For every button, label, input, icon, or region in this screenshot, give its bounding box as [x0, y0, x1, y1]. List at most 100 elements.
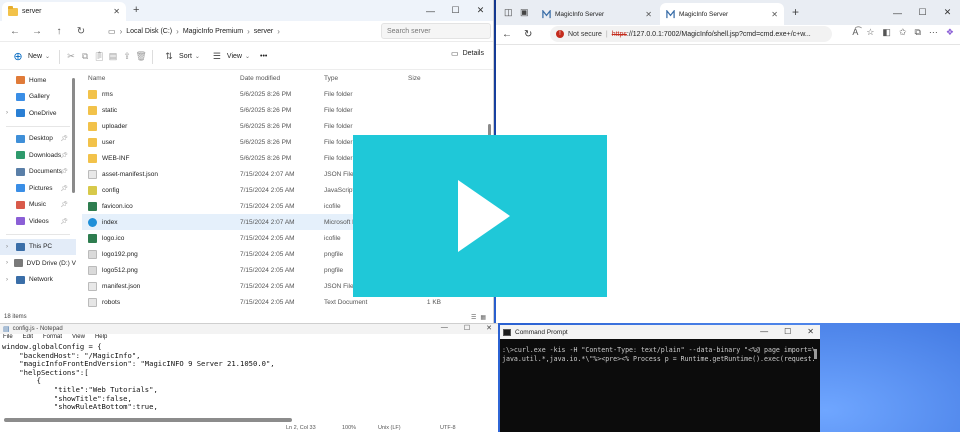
close-button[interactable]: ✕ [486, 324, 492, 332]
address-bar[interactable]: ! Not secure | https://127.0.0.1:7002/Ma… [550, 26, 832, 42]
sidebar-item-this-pc[interactable]: › This PC [0, 238, 76, 255]
search-input[interactable]: Search server [381, 23, 491, 39]
url-text: ://127.0.0.1:7002/MagicInfo/shell.jsp?cm… [626, 30, 811, 38]
chevron-right-icon[interactable]: › [6, 244, 12, 250]
delete-icon[interactable]: 🗑︎ [134, 50, 148, 64]
read-aloud-icon[interactable]: A͡ [852, 27, 858, 38]
browser-tab-active[interactable]: MagicInfo Server ✕ [660, 3, 784, 25]
paste-icon[interactable]: 📋︎ [92, 50, 106, 64]
close-tab-icon[interactable]: ✕ [771, 10, 778, 19]
favorite-star-icon[interactable]: ☆ [866, 27, 874, 38]
minimize-button[interactable]: — [885, 2, 910, 23]
minimize-button[interactable]: — [441, 324, 448, 332]
column-header-size[interactable]: Size [394, 75, 449, 82]
copilot-icon[interactable]: ❖ [946, 27, 954, 38]
explorer-tab[interactable]: server ✕ [2, 2, 126, 21]
sidebar-item-network[interactable]: › Network [0, 272, 76, 289]
code-line: "showRuleAtBottom":true, [2, 402, 158, 412]
browser-tab[interactable]: MagicInfo Server ✕ [536, 3, 658, 25]
file-row[interactable]: static 5/6/2025 8:26 PM File folder [82, 102, 492, 118]
maximize-button[interactable]: ☐ [910, 2, 935, 23]
split-screen-icon[interactable]: ◧ [882, 27, 891, 38]
sidebar-item-gallery[interactable]: Gallery [0, 89, 76, 106]
minimize-button[interactable]: — [418, 0, 443, 21]
close-tab-icon[interactable]: ✕ [113, 7, 120, 16]
extensions-icon[interactable]: ⧉ [914, 27, 920, 38]
sidebar-item-videos[interactable]: Videos 📌︎ [0, 213, 76, 230]
tab-actions-icon[interactable]: ▣ [520, 7, 529, 18]
sidebar-scrollbar[interactable] [72, 78, 75, 193]
rename-icon[interactable]: ▤ [106, 50, 120, 64]
minimize-button[interactable]: — [760, 327, 768, 336]
file-row[interactable]: rms 5/6/2025 8:26 PM File folder [82, 86, 492, 102]
refresh-button[interactable]: ↻ [524, 29, 532, 40]
details-view-icon[interactable]: ☰ [471, 314, 476, 321]
favorites-icon[interactable]: ✩ [899, 27, 907, 38]
sidebar-item-label: Network [29, 276, 53, 284]
tiles-view-icon[interactable]: ▦ [480, 314, 486, 321]
pin-icon: 📌︎ [60, 185, 68, 192]
more-options-button[interactable]: ••• [255, 47, 272, 67]
refresh-button[interactable]: ↻ [70, 23, 92, 39]
maximize-button[interactable]: ☐ [464, 324, 470, 332]
share-icon[interactable]: ⇪ [120, 50, 134, 64]
column-header-type[interactable]: Type [324, 75, 394, 82]
notepad-status-bar: Ln 2, Col 33 100% Unix (LF) UTF-8 [0, 425, 498, 432]
sidebar-item-dvd-drive-d-v[interactable]: › DVD Drive (D:) V [0, 255, 76, 272]
forward-button[interactable]: → [26, 23, 48, 39]
file-date: 7/15/2024 2:05 AM [240, 298, 295, 306]
breadcrumb-item[interactable]: Local Disk (C:) [126, 28, 172, 35]
separator: | [605, 30, 608, 38]
line-ending: Unix (LF) [378, 425, 401, 431]
cmd-scrollbar[interactable] [814, 349, 817, 359]
profile-icon[interactable]: ◫ [504, 7, 513, 18]
breadcrumb-item[interactable]: MagicInfo Premium [183, 28, 243, 35]
downloads-icon [16, 151, 25, 160]
sidebar-item-music[interactable]: Music 📌︎ [0, 197, 76, 214]
back-button[interactable]: ← [4, 23, 26, 39]
status-bar: 18 items ☰ ▦ [0, 314, 493, 323]
sidebar-item-home[interactable]: Home [0, 72, 76, 89]
column-header-date[interactable]: Date modified [240, 75, 324, 82]
cut-icon[interactable]: ✂ [64, 50, 78, 64]
chevron-right-icon[interactable]: › [6, 277, 12, 283]
notepad-editor[interactable]: window.globalConfig = { "backendHost": "… [0, 342, 498, 412]
notepad-title: config.js - Notepad [12, 326, 63, 332]
new-button[interactable]: ⊕ New ⌄ [6, 47, 55, 67]
chevron-right-icon[interactable]: › [6, 110, 12, 116]
new-tab-button[interactable]: + [133, 4, 139, 16]
chevron-right-icon[interactable]: › [6, 260, 10, 266]
sidebar-item-desktop[interactable]: Desktop 📌︎ [0, 131, 76, 148]
details-button[interactable]: ▭ Details [451, 49, 484, 58]
copy-icon[interactable]: ⧉ [78, 50, 92, 64]
sidebar-item-pictures[interactable]: Pictures 📌︎ [0, 180, 76, 197]
address-bar[interactable]: ▭ › Local Disk (C:) › MagicInfo Premium … [104, 23, 374, 39]
video-play-overlay[interactable] [353, 135, 607, 297]
close-tab-icon[interactable]: ✕ [645, 10, 652, 19]
sidebar-item-documents[interactable]: Documents 📌︎ [0, 164, 76, 181]
chevron-right-icon: › [176, 26, 179, 36]
not-secure-label[interactable]: Not secure [568, 31, 602, 38]
play-icon[interactable] [458, 180, 510, 252]
sidebar-item-downloads[interactable]: Downloads 📌︎ [0, 147, 76, 164]
settings-more-icon[interactable]: ⋯ [929, 27, 938, 38]
horizontal-scrollbar[interactable] [4, 418, 292, 422]
sort-button[interactable]: ⇅ Sort ⌄ [157, 47, 205, 67]
cmd-output[interactable]: :\>curl.exe -kis -H "Content-Type: text/… [500, 339, 820, 364]
close-button[interactable]: ✕ [807, 327, 814, 336]
close-button[interactable]: ✕ [468, 0, 493, 21]
column-header-name[interactable]: Name [82, 75, 240, 82]
file-date: 5/6/2025 8:26 PM [240, 154, 292, 162]
maximize-button[interactable]: ☐ [784, 327, 791, 336]
new-tab-button[interactable]: + [792, 5, 799, 19]
view-button[interactable]: ☰ View ⌄ [205, 47, 255, 67]
back-button[interactable]: ← [502, 29, 512, 40]
up-button[interactable]: ↑ [48, 23, 70, 39]
file-name: robots [102, 298, 121, 306]
close-button[interactable]: ✕ [935, 2, 960, 23]
breadcrumb-item[interactable]: server [254, 28, 273, 35]
file-row[interactable]: uploader 5/6/2025 8:26 PM File folder [82, 118, 492, 134]
maximize-button[interactable]: ☐ [443, 0, 468, 21]
sidebar-item-onedrive[interactable]: › OneDrive [0, 105, 76, 122]
magicinfo-logo-icon [666, 9, 675, 18]
